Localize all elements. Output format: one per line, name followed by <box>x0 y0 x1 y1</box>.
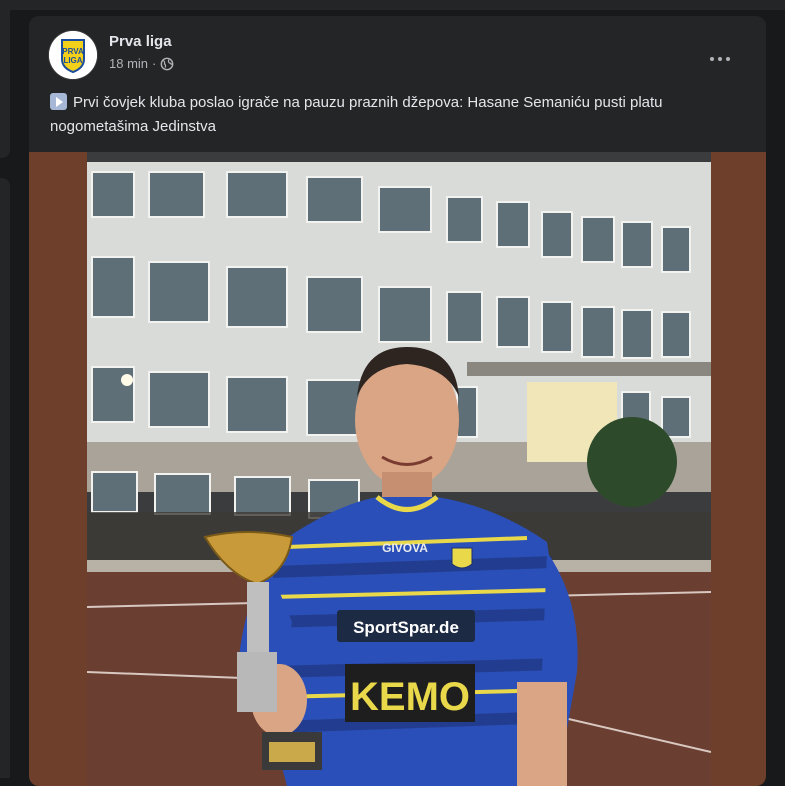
more-options-icon <box>710 57 714 61</box>
post-photo-frame[interactable]: GIVOVA SportSpar.de KEMO <box>29 152 766 786</box>
post-header: PRVA LIGA Prva liga 18 min · <box>49 31 746 81</box>
more-options-button[interactable] <box>702 41 738 77</box>
post-meta: 18 min · <box>109 56 174 71</box>
post-photo[interactable]: GIVOVA SportSpar.de KEMO <box>87 152 711 786</box>
svg-text:LIGA: LIGA <box>63 56 82 65</box>
top-bar <box>0 0 785 10</box>
svg-text:PRVA: PRVA <box>62 47 84 56</box>
post-timestamp[interactable]: 18 min <box>109 56 148 71</box>
play-button-emoji-icon <box>50 93 67 110</box>
left-column-card <box>0 0 10 158</box>
left-column-card-lower <box>0 178 10 778</box>
post-card: PRVA LIGA Prva liga 18 min · Prvi čovjek… <box>29 16 766 786</box>
jersey-sponsor-text: SportSpar.de <box>353 618 459 637</box>
jersey-brand-text: GIVOVA <box>382 541 428 555</box>
page-name-link[interactable]: Prva liga <box>109 33 172 50</box>
post-caption: Prvi čovjek kluba poslao igrače na pauzu… <box>50 91 730 139</box>
photo-illustration: GIVOVA SportSpar.de KEMO <box>87 152 711 786</box>
meta-separator: · <box>152 56 157 71</box>
jersey-name-text: KEMO <box>350 675 470 719</box>
page-avatar[interactable]: PRVA LIGA <box>49 31 97 79</box>
globe-icon[interactable] <box>160 57 174 71</box>
prva-liga-logo-icon: PRVA LIGA <box>49 31 97 79</box>
post-caption-text: Prvi čovjek kluba poslao igrače na pauzu… <box>50 94 663 135</box>
